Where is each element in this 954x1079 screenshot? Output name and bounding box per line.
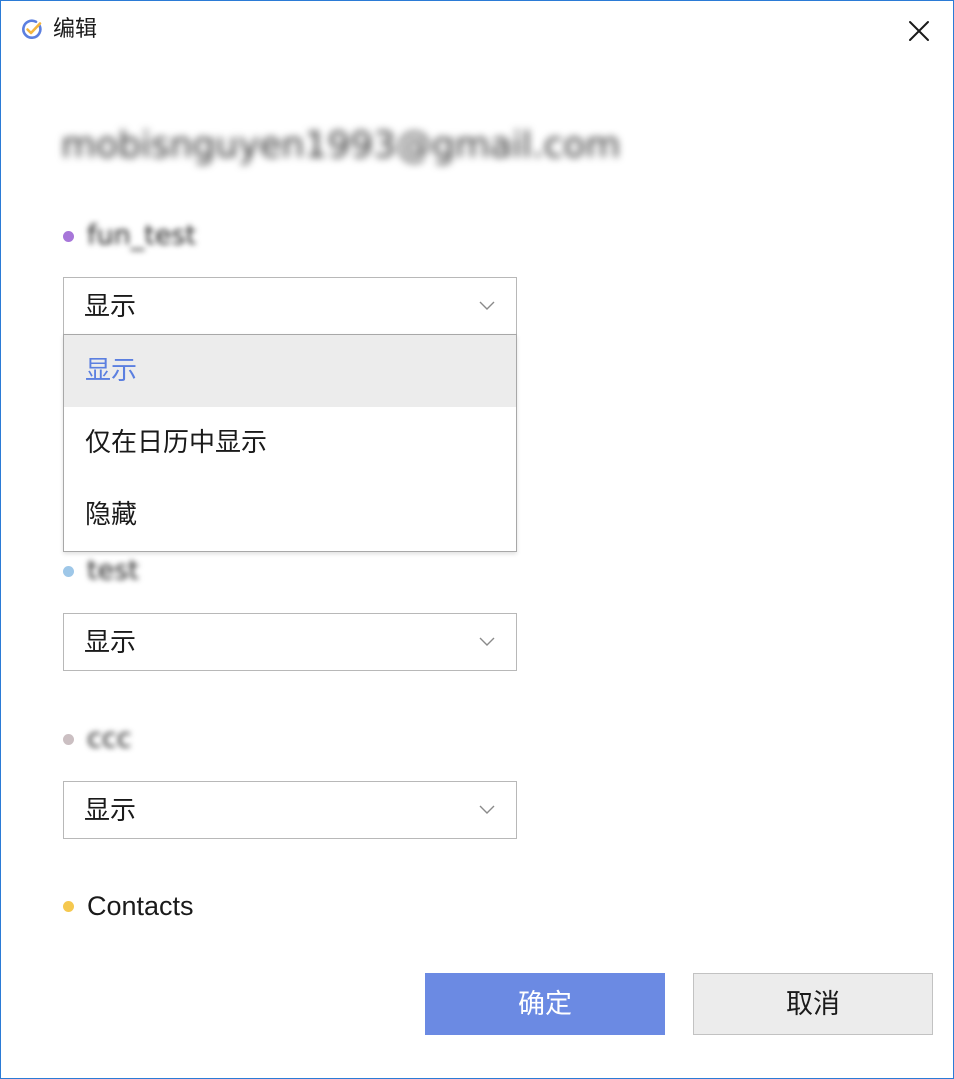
- calendar-color-dot: [63, 900, 74, 912]
- visibility-select-2[interactable]: 显示: [63, 613, 517, 671]
- dropdown-option-hide[interactable]: 隐藏: [64, 479, 516, 551]
- select-value: 显示: [84, 292, 137, 322]
- window-title: 编辑: [53, 17, 98, 42]
- select-value: 显示: [84, 628, 137, 658]
- account-email: mobisnguyen1993@gmail.com: [61, 125, 621, 166]
- calendar-row-3: ccc: [63, 722, 132, 756]
- ticktick-check-icon: [22, 19, 42, 40]
- calendar-name: test: [87, 555, 139, 586]
- visibility-select-3[interactable]: 显示: [63, 781, 517, 839]
- chevron-down-icon: [479, 637, 495, 646]
- calendar-name: fun_test: [87, 220, 197, 251]
- edit-dialog: 编辑 mobisnguyen1993@gmail.com fun_test 显示…: [0, 0, 954, 1079]
- close-icon: [909, 21, 929, 41]
- calendar-name: ccc: [87, 723, 132, 754]
- cancel-button[interactable]: 取消: [693, 973, 933, 1035]
- close-button[interactable]: [897, 9, 941, 53]
- visibility-select-1[interactable]: 显示: [63, 277, 517, 335]
- chevron-down-icon: [479, 805, 495, 814]
- chevron-down-icon: [479, 301, 495, 310]
- calendar-color-dot: [63, 565, 74, 577]
- confirm-button[interactable]: 确定: [425, 973, 665, 1035]
- calendar-row-2: test: [63, 554, 139, 588]
- calendar-color-dot: [63, 230, 74, 242]
- dropdown-option-show[interactable]: 显示: [64, 335, 516, 407]
- dropdown-option-calendar-only[interactable]: 仅在日历中显示: [64, 407, 516, 479]
- calendar-row-contacts: Contacts: [63, 889, 194, 923]
- calendar-name: Contacts: [87, 891, 194, 921]
- select-value: 显示: [84, 796, 137, 826]
- visibility-dropdown: 显示 仅在日历中显示 隐藏: [63, 334, 517, 552]
- calendar-color-dot: [63, 733, 74, 745]
- calendar-row-1: fun_test: [63, 219, 196, 253]
